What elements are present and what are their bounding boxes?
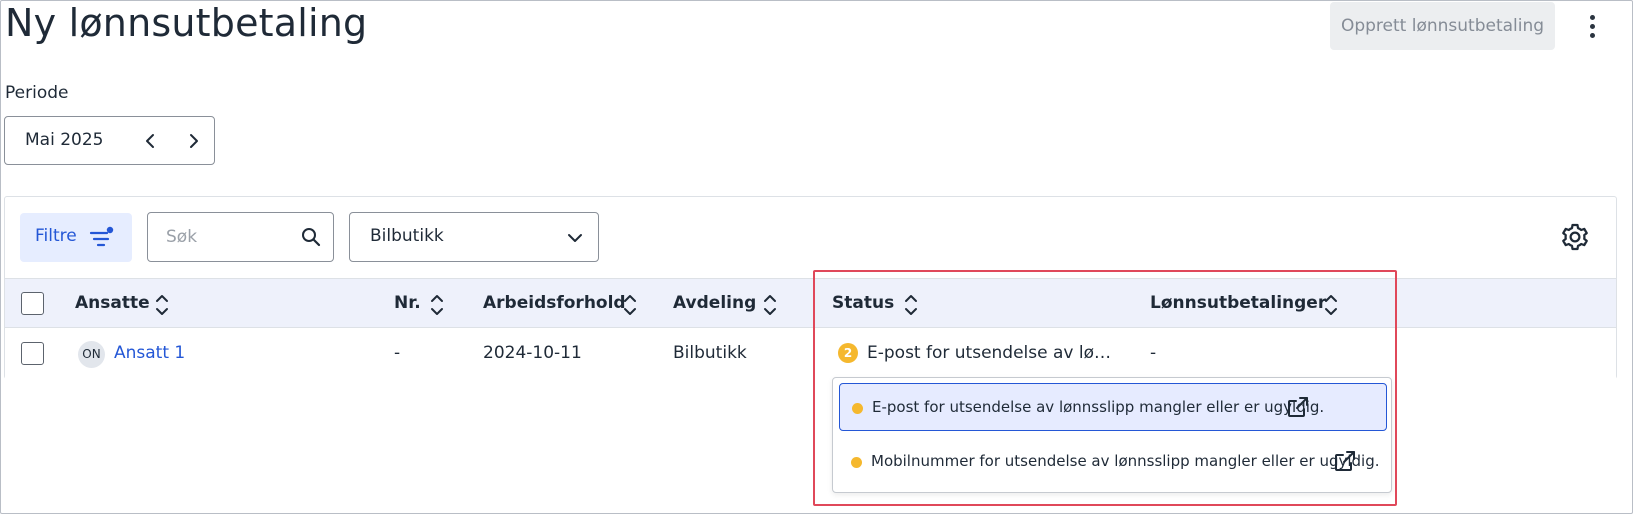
sort-icon[interactable]: [762, 292, 778, 318]
avatar: ON: [78, 341, 105, 368]
sort-icon[interactable]: [903, 292, 919, 318]
column-header-lonnsutbetalinger[interactable]: Lønnsutbetalinger: [1150, 293, 1326, 313]
more-options-icon[interactable]: [1580, 8, 1604, 44]
status-issue-mobile[interactable]: Mobilnummer for utsendelse av lønnsslipp…: [839, 438, 1387, 486]
department-select[interactable]: Bilbutikk: [349, 212, 599, 262]
sort-icon[interactable]: [622, 292, 638, 318]
warning-dot: [851, 457, 862, 468]
column-header-avdeling[interactable]: Avdeling: [673, 293, 756, 313]
column-header-status[interactable]: Status: [832, 293, 894, 313]
search-input[interactable]: [166, 225, 286, 249]
department: Bilbutikk: [673, 343, 747, 363]
sort-icon[interactable]: [154, 292, 170, 318]
table-header: Ansatte Nr. Arbeidsforhold Avdeling Stat…: [5, 278, 1616, 328]
column-header-ansatte[interactable]: Ansatte: [75, 293, 150, 313]
column-header-arbeidsforhold[interactable]: Arbeidsforhold: [483, 293, 626, 313]
status-text[interactable]: E-post for utsendelse av lønn…: [867, 343, 1119, 363]
chevron-down-icon: [568, 234, 582, 242]
status-badge[interactable]: 2: [838, 343, 858, 363]
status-issue-text: Mobilnummer for utsendelse av lønnsslipp…: [871, 452, 1380, 470]
period-value: Mai 2025: [25, 130, 104, 150]
payroll-count: -: [1150, 343, 1157, 363]
select-all-checkbox[interactable]: [21, 292, 44, 315]
status-issue-email[interactable]: E-post for utsendelse av lønnsslipp mang…: [839, 383, 1387, 431]
employment-date: 2024-10-11: [483, 343, 582, 363]
column-header-nr[interactable]: Nr.: [394, 293, 421, 313]
row-checkbox[interactable]: [21, 342, 44, 365]
sort-icon[interactable]: [1323, 292, 1339, 318]
sort-icon[interactable]: [429, 292, 445, 318]
external-link-icon[interactable]: [1286, 395, 1310, 419]
chevron-left-icon[interactable]: [141, 131, 159, 151]
external-link-icon[interactable]: [1333, 449, 1357, 473]
filter-button[interactable]: Filtre: [20, 213, 132, 262]
chevron-right-icon[interactable]: [185, 131, 203, 151]
create-payroll-button[interactable]: Opprett lønnsutbetaling: [1330, 2, 1555, 50]
filter-label: Filtre: [35, 226, 77, 246]
search-icon[interactable]: [300, 226, 322, 248]
period-selector: Mai 2025: [4, 116, 215, 165]
table-row: ON Ansatt 1 - 2024-10-11 Bilbutikk 2 E-p…: [5, 328, 1616, 379]
gear-icon[interactable]: [1560, 222, 1590, 252]
status-issue-text: E-post for utsendelse av lønnsslipp mang…: [872, 398, 1325, 416]
filter-icon: [89, 226, 114, 247]
warning-dot: [852, 403, 863, 414]
department-value: Bilbutikk: [370, 226, 444, 246]
employee-nr: -: [394, 343, 401, 363]
periode-label: Periode: [5, 83, 69, 103]
search-field: [147, 212, 334, 262]
status-popover: E-post for utsendelse av lønnsslipp mang…: [832, 377, 1392, 493]
page-title: Ny lønnsutbetaling: [5, 1, 368, 45]
employee-name-link[interactable]: Ansatt 1: [114, 343, 185, 363]
